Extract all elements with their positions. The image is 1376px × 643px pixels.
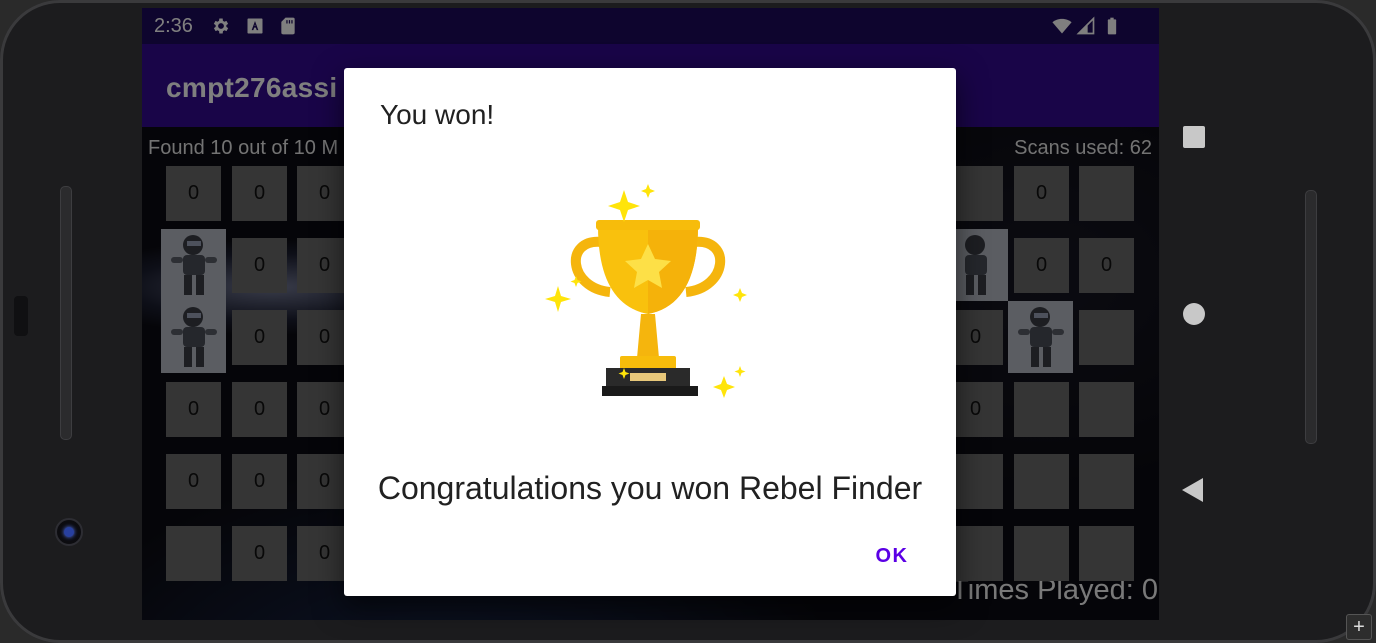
- front-camera: [55, 518, 83, 546]
- back-button[interactable]: [1182, 478, 1203, 502]
- expand-corner-button[interactable]: +: [1346, 614, 1372, 640]
- side-button: [14, 296, 28, 336]
- dialog-message: Congratulations you won Rebel Finder: [377, 470, 923, 506]
- home-button[interactable]: [1183, 303, 1205, 325]
- trophy-icon: [545, 184, 747, 398]
- win-dialog: You won! Congratulations you won Rebel F…: [344, 68, 956, 596]
- left-speaker-grille: [60, 186, 72, 440]
- dialog-title: You won!: [380, 99, 495, 130]
- recents-button[interactable]: [1183, 126, 1205, 148]
- right-speaker-grille: [1305, 190, 1317, 444]
- phone-frame: 2:36 cmpt276assi: [0, 0, 1376, 643]
- ok-button[interactable]: OK: [862, 538, 922, 574]
